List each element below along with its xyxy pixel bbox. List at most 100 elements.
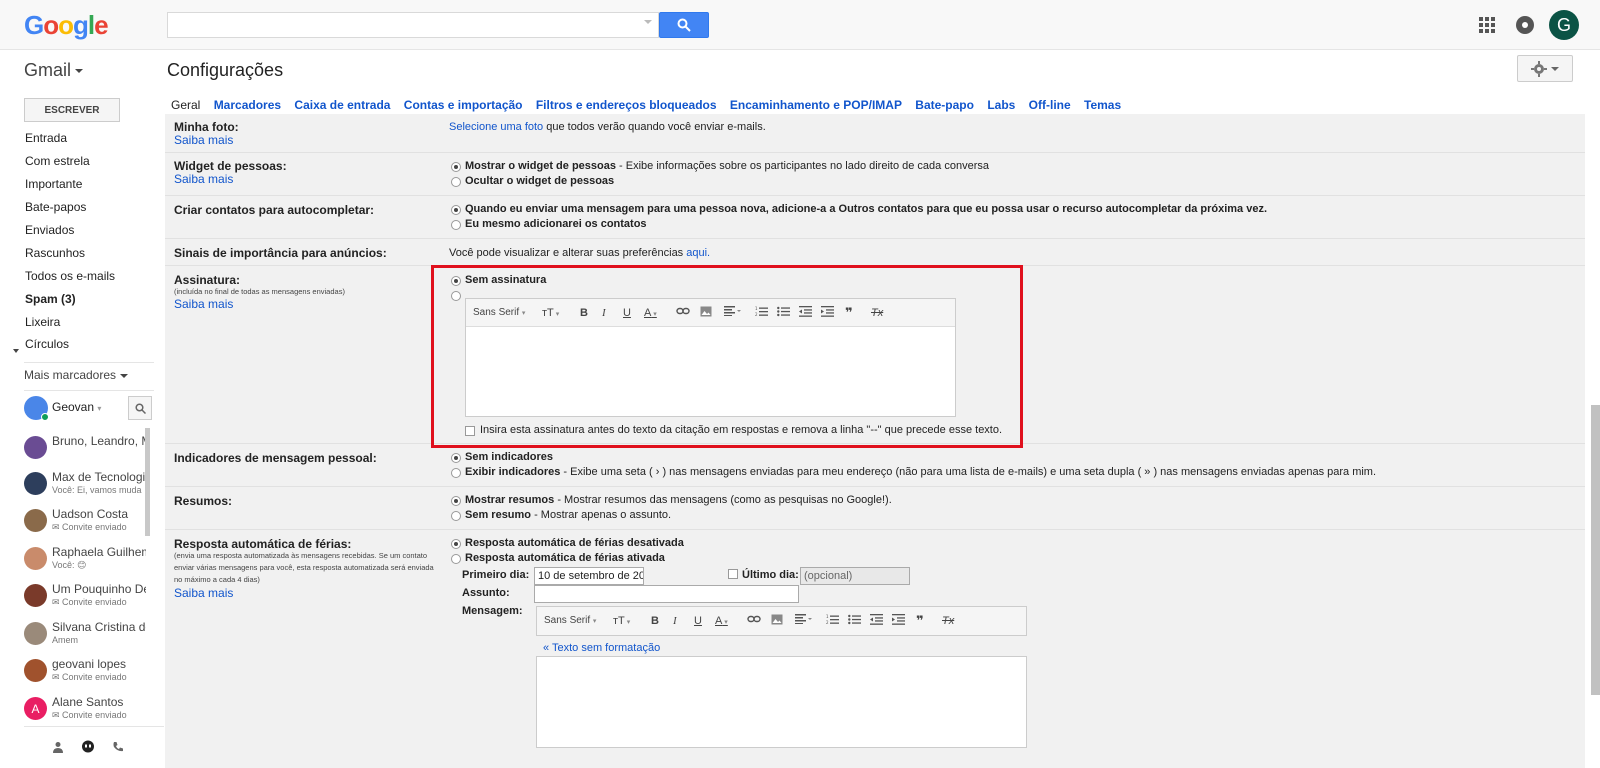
tab-inbox[interactable]: Caixa de entrada	[294, 98, 390, 112]
tab-chat[interactable]: Bate-papo	[915, 98, 974, 112]
settings-button[interactable]	[1517, 55, 1573, 82]
option-hide-widget[interactable]: Ocultar o widget de pessoas	[465, 175, 614, 187]
setting-row-snippets: Resumos: Mostrar resumos - Mostrar resum…	[165, 487, 1585, 530]
link-icon[interactable]	[747, 614, 761, 628]
font-family-select[interactable]: Sans Serif ▾	[544, 614, 596, 628]
subject-input[interactable]	[534, 585, 799, 603]
tab-labs[interactable]: Labs	[987, 98, 1015, 112]
hangouts-contact[interactable]: Max de Tecnologi Você: Ei, vamos muda	[24, 470, 146, 506]
hangouts-contact[interactable]: Uadson Costa ✉ Convite enviado	[24, 507, 146, 543]
google-logo[interactable]: Google	[24, 10, 109, 41]
last-day-input[interactable]: (opcional)	[800, 567, 910, 585]
search-button[interactable]	[659, 12, 709, 38]
search-input[interactable]	[167, 12, 659, 38]
radio-no-indicators[interactable]	[451, 453, 461, 463]
radio-auto-add-contacts[interactable]	[451, 205, 461, 215]
last-day-checkbox[interactable]	[728, 569, 738, 579]
contacts-person-icon[interactable]	[48, 737, 68, 757]
radio-show-snippets[interactable]	[451, 496, 461, 506]
option-vacation-off[interactable]: Resposta automática de férias desativada	[465, 537, 684, 549]
search-options-chevron-icon[interactable]	[644, 20, 652, 24]
hangouts-contact[interactable]: Silvana Cristina de Amem	[24, 620, 146, 656]
gmail-app-menu[interactable]: Gmail	[24, 60, 84, 81]
nav-item-chats[interactable]: Bate-papos	[25, 197, 86, 217]
nav-divider	[24, 362, 154, 363]
indent-more-icon[interactable]	[892, 614, 905, 628]
quote-icon[interactable]: ❞	[916, 614, 924, 628]
radio-manual-contacts[interactable]	[451, 220, 461, 230]
more-labels-toggle[interactable]: Mais marcadores	[24, 368, 129, 382]
tab-forwarding[interactable]: Encaminhamento e POP/IMAP	[730, 98, 902, 112]
hangouts-me[interactable]: Geovan ▾	[24, 396, 154, 421]
nav-item-important[interactable]: Importante	[25, 174, 82, 194]
radio-no-snippets[interactable]	[451, 511, 461, 521]
nav-item-starred[interactable]: Com estrela	[25, 151, 90, 171]
setting-label: Criar contatos para autocompletar:	[174, 203, 375, 217]
account-avatar[interactable]: G	[1549, 10, 1579, 40]
compose-button[interactable]: ESCREVER	[24, 98, 120, 122]
setting-row-ads: Sinais de importância para anúncios: Voc…	[165, 239, 1585, 266]
expand-circles-icon[interactable]	[13, 349, 19, 353]
option-no-indicators[interactable]: Sem indicadores	[465, 451, 553, 463]
nav-item-inbox[interactable]: Entrada	[25, 128, 67, 148]
numbered-list-icon[interactable]: 12	[826, 614, 839, 628]
radio-hide-widget[interactable]	[451, 177, 461, 187]
tab-themes[interactable]: Temas	[1084, 98, 1121, 112]
option-no-snippets[interactable]: Sem resumo - Mostrar apenas o assunto.	[465, 509, 671, 521]
option-manual-contacts[interactable]: Eu mesmo adicionarei os contatos	[465, 218, 647, 230]
ads-preferences-link[interactable]: aqui.	[686, 247, 710, 259]
font-size-icon[interactable]: тT ▾	[613, 614, 630, 628]
bulleted-list-icon[interactable]	[848, 614, 861, 628]
option-show-widget[interactable]: Mostrar o widget de pessoas - Exibe info…	[465, 160, 989, 172]
notifications-bell-icon[interactable]	[1516, 16, 1534, 34]
underline-icon[interactable]: U	[694, 614, 702, 628]
align-icon[interactable]	[795, 614, 813, 628]
bold-icon[interactable]: B	[651, 614, 659, 628]
hangouts-contact[interactable]: Raphaela Guilhem Você: 😊	[24, 545, 146, 581]
tab-accounts[interactable]: Contas e importação	[404, 98, 523, 112]
nav-item-circles[interactable]: Círculos	[25, 334, 69, 354]
select-photo-link[interactable]: Selecione uma foto	[449, 121, 543, 133]
nav-item-spam[interactable]: Spam (3)	[25, 289, 76, 309]
tab-general[interactable]: Geral	[171, 98, 200, 112]
option-show-indicators[interactable]: Exibir indicadores - Exibe uma seta ( › …	[465, 466, 1376, 478]
phone-icon[interactable]	[108, 737, 128, 757]
hangouts-contact[interactable]: Bruno, Leandro, M	[24, 434, 146, 470]
indent-less-icon[interactable]	[870, 614, 883, 628]
insert-image-icon[interactable]	[771, 614, 783, 628]
page-scrollbar[interactable]	[1591, 405, 1600, 695]
nav-item-all-mail[interactable]: Todos os e-mails	[25, 266, 115, 286]
learn-more-link[interactable]: Saiba mais	[174, 172, 233, 186]
first-day-input[interactable]: 10 de setembro de 201	[534, 567, 644, 585]
text-color-icon[interactable]: A ▾	[715, 614, 728, 628]
hangouts-chat-icon[interactable]	[78, 737, 98, 757]
learn-more-link[interactable]: Saiba mais	[174, 586, 233, 600]
learn-more-link[interactable]: Saiba mais	[174, 297, 233, 311]
tab-offline[interactable]: Off-line	[1029, 98, 1071, 112]
plain-text-link[interactable]: « Texto sem formatação	[543, 642, 660, 654]
setting-sublabel: (envia uma resposta automatizada às mens…	[174, 551, 434, 584]
nav-item-drafts[interactable]: Rascunhos	[25, 243, 85, 263]
my-name: Geovan ▾	[52, 400, 102, 414]
hangouts-search-button[interactable]	[128, 396, 152, 420]
vacation-message-body[interactable]	[536, 656, 1027, 748]
remove-formatting-icon[interactable]: Tx	[942, 614, 954, 628]
radio-show-widget[interactable]	[451, 162, 461, 172]
radio-vacation-on[interactable]	[451, 554, 461, 564]
option-auto-add-contacts[interactable]: Quando eu enviar uma mensagem para uma p…	[465, 203, 1267, 215]
hangouts-contact[interactable]: Um Pouquinho De ✉ Convite enviado	[24, 582, 146, 618]
contact-avatar	[24, 509, 47, 532]
tab-labels[interactable]: Marcadores	[214, 98, 281, 112]
nav-item-trash[interactable]: Lixeira	[25, 312, 60, 332]
hangouts-scrollbar[interactable]	[145, 428, 150, 536]
radio-vacation-off[interactable]	[451, 539, 461, 549]
option-vacation-on[interactable]: Resposta automática de férias ativada	[465, 552, 665, 564]
learn-more-link[interactable]: Saiba mais	[174, 133, 233, 147]
option-show-snippets[interactable]: Mostrar resumos - Mostrar resumos das me…	[465, 494, 892, 506]
italic-icon[interactable]: I	[673, 614, 677, 628]
radio-show-indicators[interactable]	[451, 468, 461, 478]
nav-item-sent[interactable]: Enviados	[25, 220, 74, 240]
tab-filters[interactable]: Filtros e endereços bloqueados	[536, 98, 717, 112]
apps-grid-icon[interactable]	[1479, 17, 1495, 33]
hangouts-contact[interactable]: geovani lopes ✉ Convite enviado	[24, 657, 146, 693]
